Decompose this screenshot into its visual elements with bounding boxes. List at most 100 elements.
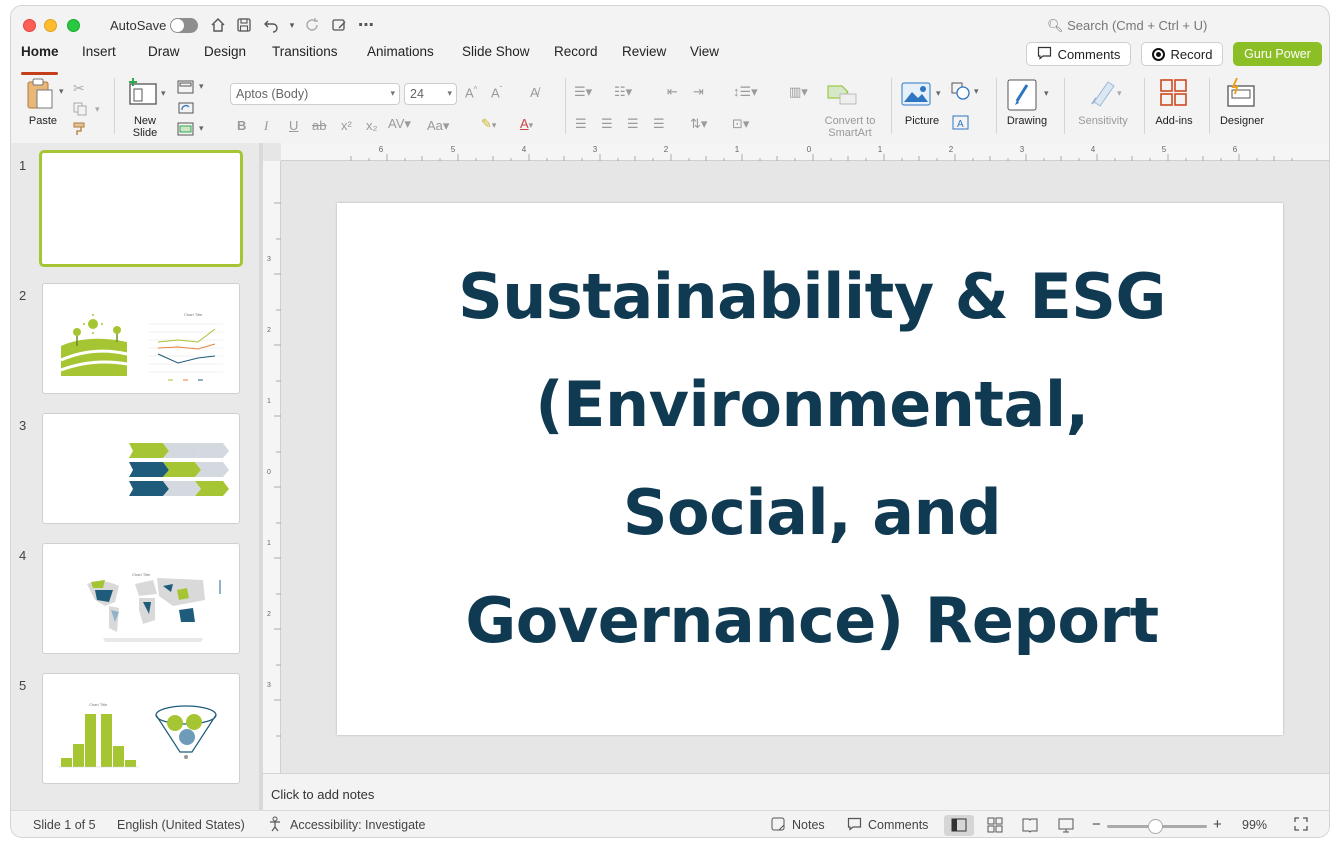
font-name-select[interactable]: Aptos (Body) ▾ xyxy=(230,83,400,105)
drawing-dropdown-icon[interactable]: ▾ xyxy=(1044,88,1049,99)
slide-thumbnail-4[interactable]: Chart Title xyxy=(42,543,240,654)
subscript-icon[interactable]: x₂ xyxy=(366,118,378,133)
comment-icon xyxy=(1037,46,1052,63)
increase-font-size-icon[interactable]: A^ xyxy=(465,85,477,100)
slide-sorter-view-icon[interactable] xyxy=(986,816,1004,837)
slide-thumbnail-1[interactable] xyxy=(39,150,243,267)
text-box-icon[interactable]: A xyxy=(952,115,970,136)
tab-transitions[interactable]: Transitions xyxy=(272,44,367,70)
paste-icon[interactable] xyxy=(25,78,55,115)
zoom-level[interactable]: 99% xyxy=(1242,818,1267,832)
accessibility-status[interactable]: Accessibility: Investigate xyxy=(290,818,425,832)
bold-icon[interactable]: B xyxy=(237,118,246,133)
slide-thumbnail-3[interactable] xyxy=(42,413,240,524)
font-size-select[interactable]: 24 ▾ xyxy=(404,83,457,105)
notes-pane[interactable]: Click to add notes xyxy=(263,773,1329,810)
autosave-toggle[interactable] xyxy=(170,18,198,33)
decrease-font-size-icon[interactable]: Aˇ xyxy=(491,85,502,100)
shapes-icon[interactable] xyxy=(951,82,971,105)
superscript-icon[interactable]: x² xyxy=(341,118,352,133)
align-right-icon[interactable]: ☰ xyxy=(627,116,639,132)
tab-view[interactable]: View xyxy=(690,44,740,70)
notes-toggle[interactable]: Notes xyxy=(792,818,825,832)
redo-icon[interactable] xyxy=(301,14,323,36)
more-options-icon[interactable]: ⋯ xyxy=(355,14,377,36)
increase-indent-icon[interactable]: ⇥ xyxy=(693,84,704,100)
decrease-indent-icon[interactable]: ⇤ xyxy=(667,84,678,100)
section-dropdown-icon[interactable]: ▾ xyxy=(199,123,204,134)
tab-slide-show[interactable]: Slide Show xyxy=(462,44,554,70)
tab-animations[interactable]: Animations xyxy=(367,44,462,70)
sensitivity-icon[interactable] xyxy=(1088,78,1116,113)
slide-thumbnail-2[interactable]: Chart Title xyxy=(42,283,240,394)
add-ins-icon[interactable] xyxy=(1160,79,1188,112)
tab-home[interactable]: Home xyxy=(21,44,82,75)
designer-icon[interactable] xyxy=(1225,77,1257,113)
zoom-out-icon[interactable]: − xyxy=(1092,816,1101,833)
customize-toolbar-icon[interactable] xyxy=(328,14,350,36)
font-color-icon[interactable]: A▾ xyxy=(520,116,533,131)
layout-dropdown-icon[interactable]: ▾ xyxy=(199,81,204,92)
bullets-icon[interactable]: ☰▾ xyxy=(574,84,592,100)
section-icon[interactable] xyxy=(177,122,195,141)
tab-draw[interactable]: Draw xyxy=(148,44,204,70)
guru-power-button[interactable]: Guru Power xyxy=(1233,42,1322,66)
justify-icon[interactable]: ☰ xyxy=(653,116,665,132)
search-bar[interactable]: 🔍︎ Search (Cmd + Ctrl + U) xyxy=(1047,18,1207,34)
slide-canvas[interactable]: Sustainability & ESG (Environmental, Soc… xyxy=(337,203,1283,735)
comments-button[interactable]: Comments xyxy=(1026,42,1131,66)
undo-icon[interactable] xyxy=(260,14,282,36)
underline-icon[interactable]: U xyxy=(289,118,298,133)
reading-view-icon[interactable] xyxy=(1021,816,1039,837)
format-painter-icon[interactable] xyxy=(73,122,89,141)
tab-insert[interactable]: Insert xyxy=(82,44,148,70)
normal-view-button[interactable] xyxy=(944,815,974,836)
columns-icon[interactable]: ▥▾ xyxy=(789,84,808,100)
strikethrough-icon[interactable]: ab xyxy=(312,118,326,133)
picture-icon[interactable] xyxy=(901,82,931,111)
paste-dropdown-icon[interactable]: ▾ xyxy=(59,86,64,97)
zoom-slider-thumb[interactable] xyxy=(1148,819,1163,834)
numbering-icon[interactable]: ☷▾ xyxy=(614,84,632,100)
slide-show-view-icon[interactable] xyxy=(1057,816,1075,837)
tab-design[interactable]: Design xyxy=(204,44,272,70)
sensitivity-dropdown-icon[interactable]: ▾ xyxy=(1117,88,1122,99)
record-button[interactable]: Record xyxy=(1141,42,1223,66)
minimize-window-button[interactable] xyxy=(44,19,57,32)
close-window-button[interactable] xyxy=(23,19,36,32)
text-direction-icon[interactable]: ⇅▾ xyxy=(690,116,707,132)
shapes-dropdown-icon[interactable]: ▾ xyxy=(974,86,979,97)
layout-icon[interactable] xyxy=(177,80,195,99)
reset-slide-icon[interactable] xyxy=(177,101,195,120)
save-icon[interactable] xyxy=(233,14,255,36)
convert-smartart-label[interactable]: Convert to SmartArt xyxy=(815,115,885,139)
line-spacing-icon[interactable]: ↕☰▾ xyxy=(733,84,758,100)
cut-icon[interactable]: ✂ xyxy=(73,80,85,97)
italic-icon[interactable]: I xyxy=(264,118,268,134)
change-case-icon[interactable]: Aa▾ xyxy=(427,118,449,134)
fit-to-window-icon[interactable] xyxy=(1293,816,1309,835)
comments-toggle[interactable]: Comments xyxy=(868,818,928,832)
drawing-icon[interactable] xyxy=(1007,79,1037,116)
align-left-icon[interactable]: ☰ xyxy=(575,116,587,132)
maximize-window-button[interactable] xyxy=(67,19,80,32)
slide-thumbnail-5[interactable]: Chart Title xyxy=(42,673,240,784)
picture-dropdown-icon[interactable]: ▾ xyxy=(936,88,941,99)
language-indicator[interactable]: English (United States) xyxy=(117,818,245,832)
new-slide-dropdown-icon[interactable]: ▾ xyxy=(161,88,166,99)
zoom-in-icon[interactable]: + xyxy=(1213,816,1222,833)
tab-review[interactable]: Review xyxy=(622,44,690,70)
align-center-icon[interactable]: ☰ xyxy=(601,116,613,132)
highlight-color-icon[interactable]: ✎▾ xyxy=(481,116,496,132)
slide-title[interactable]: Sustainability & ESG (Environmental, Soc… xyxy=(417,243,1207,675)
copy-icon[interactable] xyxy=(73,102,89,121)
undo-dropdown-icon[interactable]: ▾ xyxy=(281,14,303,36)
copy-dropdown-icon[interactable]: ▾ xyxy=(95,104,100,115)
home-icon[interactable] xyxy=(207,14,229,36)
clear-formatting-icon[interactable]: A̸ xyxy=(530,85,539,100)
character-spacing-icon[interactable]: AV▾ xyxy=(388,116,411,132)
align-text-icon[interactable]: ⊡▾ xyxy=(732,116,749,132)
smartart-icon[interactable] xyxy=(826,82,858,111)
new-slide-icon[interactable] xyxy=(127,78,159,113)
tab-record[interactable]: Record xyxy=(554,44,622,70)
